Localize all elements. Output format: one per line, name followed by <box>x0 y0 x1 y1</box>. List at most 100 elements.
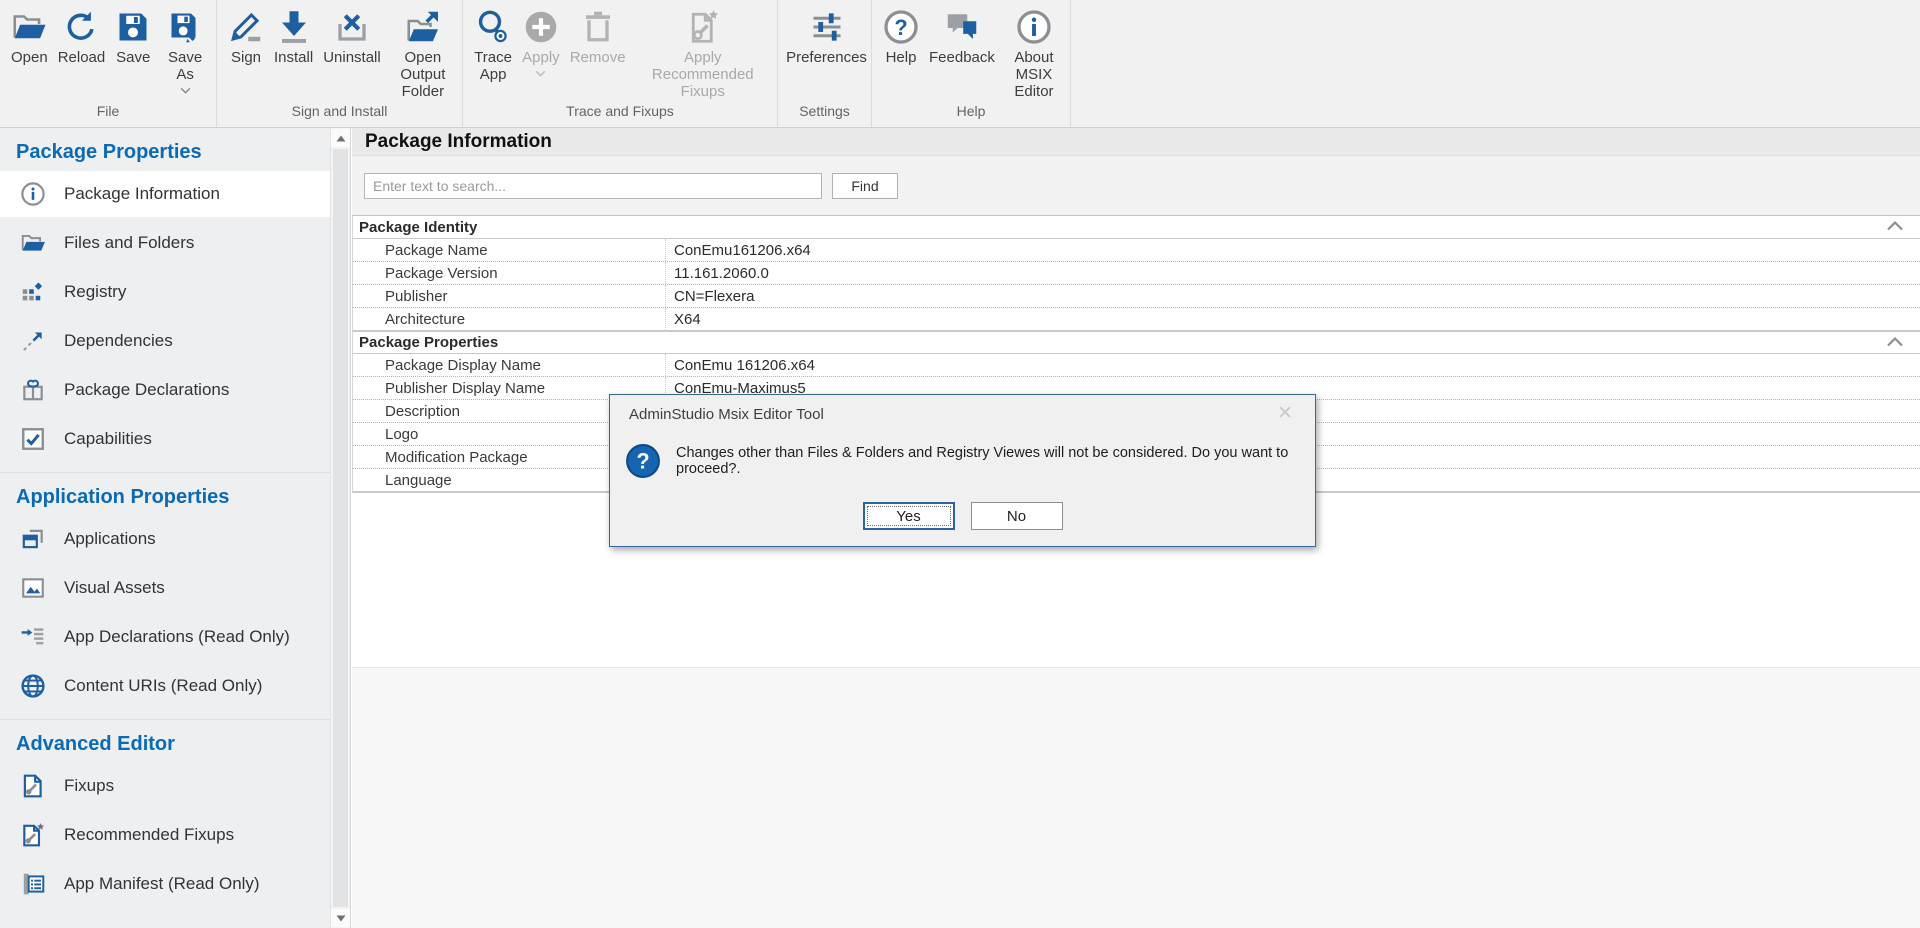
search-input[interactable] <box>364 173 822 199</box>
uninstall-button-label: Uninstall <box>323 50 381 67</box>
scrollbar-thumb[interactable] <box>333 149 348 907</box>
fixups-icon <box>20 773 46 799</box>
sidebar-item-label: Package Information <box>64 184 220 204</box>
svg-text:?: ? <box>894 15 907 40</box>
row-label: Publisher <box>353 285 666 307</box>
sidebar-item-capabilities[interactable]: Capabilities <box>0 416 330 462</box>
save-button[interactable]: Save <box>110 8 156 68</box>
open-button-label: Open <box>11 50 48 67</box>
row-value[interactable]: ConEmu161206.x64 <box>666 239 1920 261</box>
apply-button[interactable]: Apply <box>517 8 565 78</box>
table-row[interactable]: Package Version 11.161.2060.0 <box>353 262 1920 285</box>
help-button-label: Help <box>886 50 917 67</box>
row-label: Package Display Name <box>353 354 666 376</box>
applications-icon <box>20 526 46 552</box>
sidebar-item-app-manifest[interactable]: App Manifest (Read Only) <box>0 861 330 907</box>
sidebar-item-label: Package Declarations <box>64 380 229 400</box>
chevron-down-icon[interactable] <box>180 87 191 94</box>
section-header-package-properties: Package Properties <box>353 331 1920 354</box>
install-button[interactable]: Install <box>269 8 318 68</box>
ribbon-group-sign-and-install: Sign Install Uninstall Open Output Folde… <box>217 0 463 127</box>
collapse-chevron-icon[interactable] <box>1886 336 1904 347</box>
app-manifest-icon <box>20 871 46 897</box>
help-button[interactable]: ? Help <box>878 8 924 68</box>
ribbon-group-label-file: File <box>0 103 216 127</box>
row-value[interactable]: CN=Flexera <box>666 285 1920 307</box>
remove-button-label: Remove <box>570 50 626 67</box>
uninstall-button[interactable]: Uninstall <box>318 8 386 68</box>
sidebar-item-dependencies[interactable]: Dependencies <box>0 318 330 364</box>
remove-button[interactable]: Remove <box>565 8 631 68</box>
ribbon-group-label-sign-and-install: Sign and Install <box>217 103 462 127</box>
feedback-button[interactable]: Feedback <box>924 8 1000 68</box>
about-msix-editor-label: About MSIX Editor <box>1005 50 1063 100</box>
reload-button-label: Reload <box>58 50 106 67</box>
section-rows: Package Name ConEmu161206.x64 Package Ve… <box>353 239 1920 331</box>
row-value[interactable]: 11.161.2060.0 <box>666 262 1920 284</box>
sidebar-item-label: Dependencies <box>64 331 173 351</box>
sidebar-item-label: Capabilities <box>64 429 152 449</box>
preferences-sliders-icon <box>809 9 845 45</box>
uninstall-icon <box>334 9 370 45</box>
no-button[interactable]: No <box>971 502 1063 530</box>
sidebar-item-package-declarations[interactable]: Package Declarations <box>0 367 330 413</box>
sidebar-item-label: App Declarations (Read Only) <box>64 627 290 647</box>
ribbon-group-settings: Preferences Settings <box>778 0 872 127</box>
sign-button[interactable]: Sign <box>223 8 269 68</box>
find-button[interactable]: Find <box>832 173 898 199</box>
table-row[interactable]: Publisher CN=Flexera <box>353 285 1920 308</box>
collapse-chevron-icon[interactable] <box>1886 220 1904 231</box>
sidebar-navigation: Package Properties Package Information F… <box>0 128 330 928</box>
table-row[interactable]: Architecture X64 <box>353 308 1920 331</box>
sidebar-item-label: Files and Folders <box>64 233 194 253</box>
package-declarations-icon <box>20 377 46 403</box>
sidebar-item-label: Recommended Fixups <box>64 825 234 845</box>
sidebar-scrollbar[interactable] <box>330 128 351 928</box>
table-row[interactable]: Package Name ConEmu161206.x64 <box>353 239 1920 262</box>
reload-button[interactable]: Reload <box>53 8 111 68</box>
section-heading-label: Package Identity <box>359 219 477 236</box>
close-icon[interactable]: ✕ <box>1277 404 1293 423</box>
yes-button[interactable]: Yes <box>863 502 955 530</box>
preferences-button[interactable]: Preferences <box>781 8 872 68</box>
sign-pencil-icon <box>228 9 264 45</box>
apply-recommended-fixups-button[interactable]: Apply Recommended Fixups <box>631 8 775 101</box>
section-heading-label: Package Properties <box>359 334 498 351</box>
trace-app-label: Trace App <box>474 50 512 84</box>
row-label: Architecture <box>353 308 666 330</box>
open-button[interactable]: Open <box>6 8 53 68</box>
save-as-button[interactable]: Save As <box>156 8 214 95</box>
sidebar-item-recommended-fixups[interactable]: Recommended Fixups <box>0 812 330 858</box>
apply-recommended-fixups-icon <box>685 9 721 45</box>
scroll-down-arrow[interactable] <box>331 909 350 927</box>
row-value[interactable]: ConEmu 161206.x64 <box>666 354 1920 376</box>
feedback-bubbles-icon <box>944 9 980 45</box>
scroll-up-arrow[interactable] <box>331 129 350 147</box>
sidebar-item-package-information[interactable]: Package Information <box>0 171 330 217</box>
sidebar-item-app-declarations[interactable]: App Declarations (Read Only) <box>0 614 330 660</box>
sidebar-item-label: Registry <box>64 282 126 302</box>
visual-assets-icon <box>20 575 46 601</box>
sidebar-item-files-and-folders[interactable]: Files and Folders <box>0 220 330 266</box>
dialog-title: AdminStudio Msix Editor Tool <box>610 395 1315 423</box>
reload-icon <box>63 9 99 45</box>
content-uris-globe-icon <box>20 673 46 699</box>
sidebar-item-fixups[interactable]: Fixups <box>0 763 330 809</box>
save-icon <box>115 9 151 45</box>
sidebar-item-visual-assets[interactable]: Visual Assets <box>0 565 330 611</box>
sidebar-item-registry[interactable]: Registry <box>0 269 330 315</box>
help-question-icon: ? <box>883 9 919 45</box>
remove-trash-icon <box>580 9 616 45</box>
row-value[interactable]: X64 <box>666 308 1920 330</box>
sidebar-item-applications[interactable]: Applications <box>0 516 330 562</box>
ribbon-group-label-help: Help <box>872 103 1070 127</box>
open-output-folder-button[interactable]: Open Output Folder <box>386 8 460 101</box>
confirmation-dialog: AdminStudio Msix Editor Tool ✕ ? Changes… <box>609 394 1316 547</box>
sidebar-heading-advanced-editor: Advanced Editor <box>0 733 330 756</box>
save-as-button-label: Save As <box>161 50 209 84</box>
about-msix-editor-button[interactable]: About MSIX Editor <box>1000 8 1068 101</box>
table-row[interactable]: Package Display Name ConEmu 161206.x64 <box>353 354 1920 377</box>
sidebar-item-content-uris[interactable]: Content URIs (Read Only) <box>0 663 330 709</box>
sidebar-item-label: Fixups <box>64 776 114 796</box>
trace-app-button[interactable]: Trace App <box>469 8 517 85</box>
